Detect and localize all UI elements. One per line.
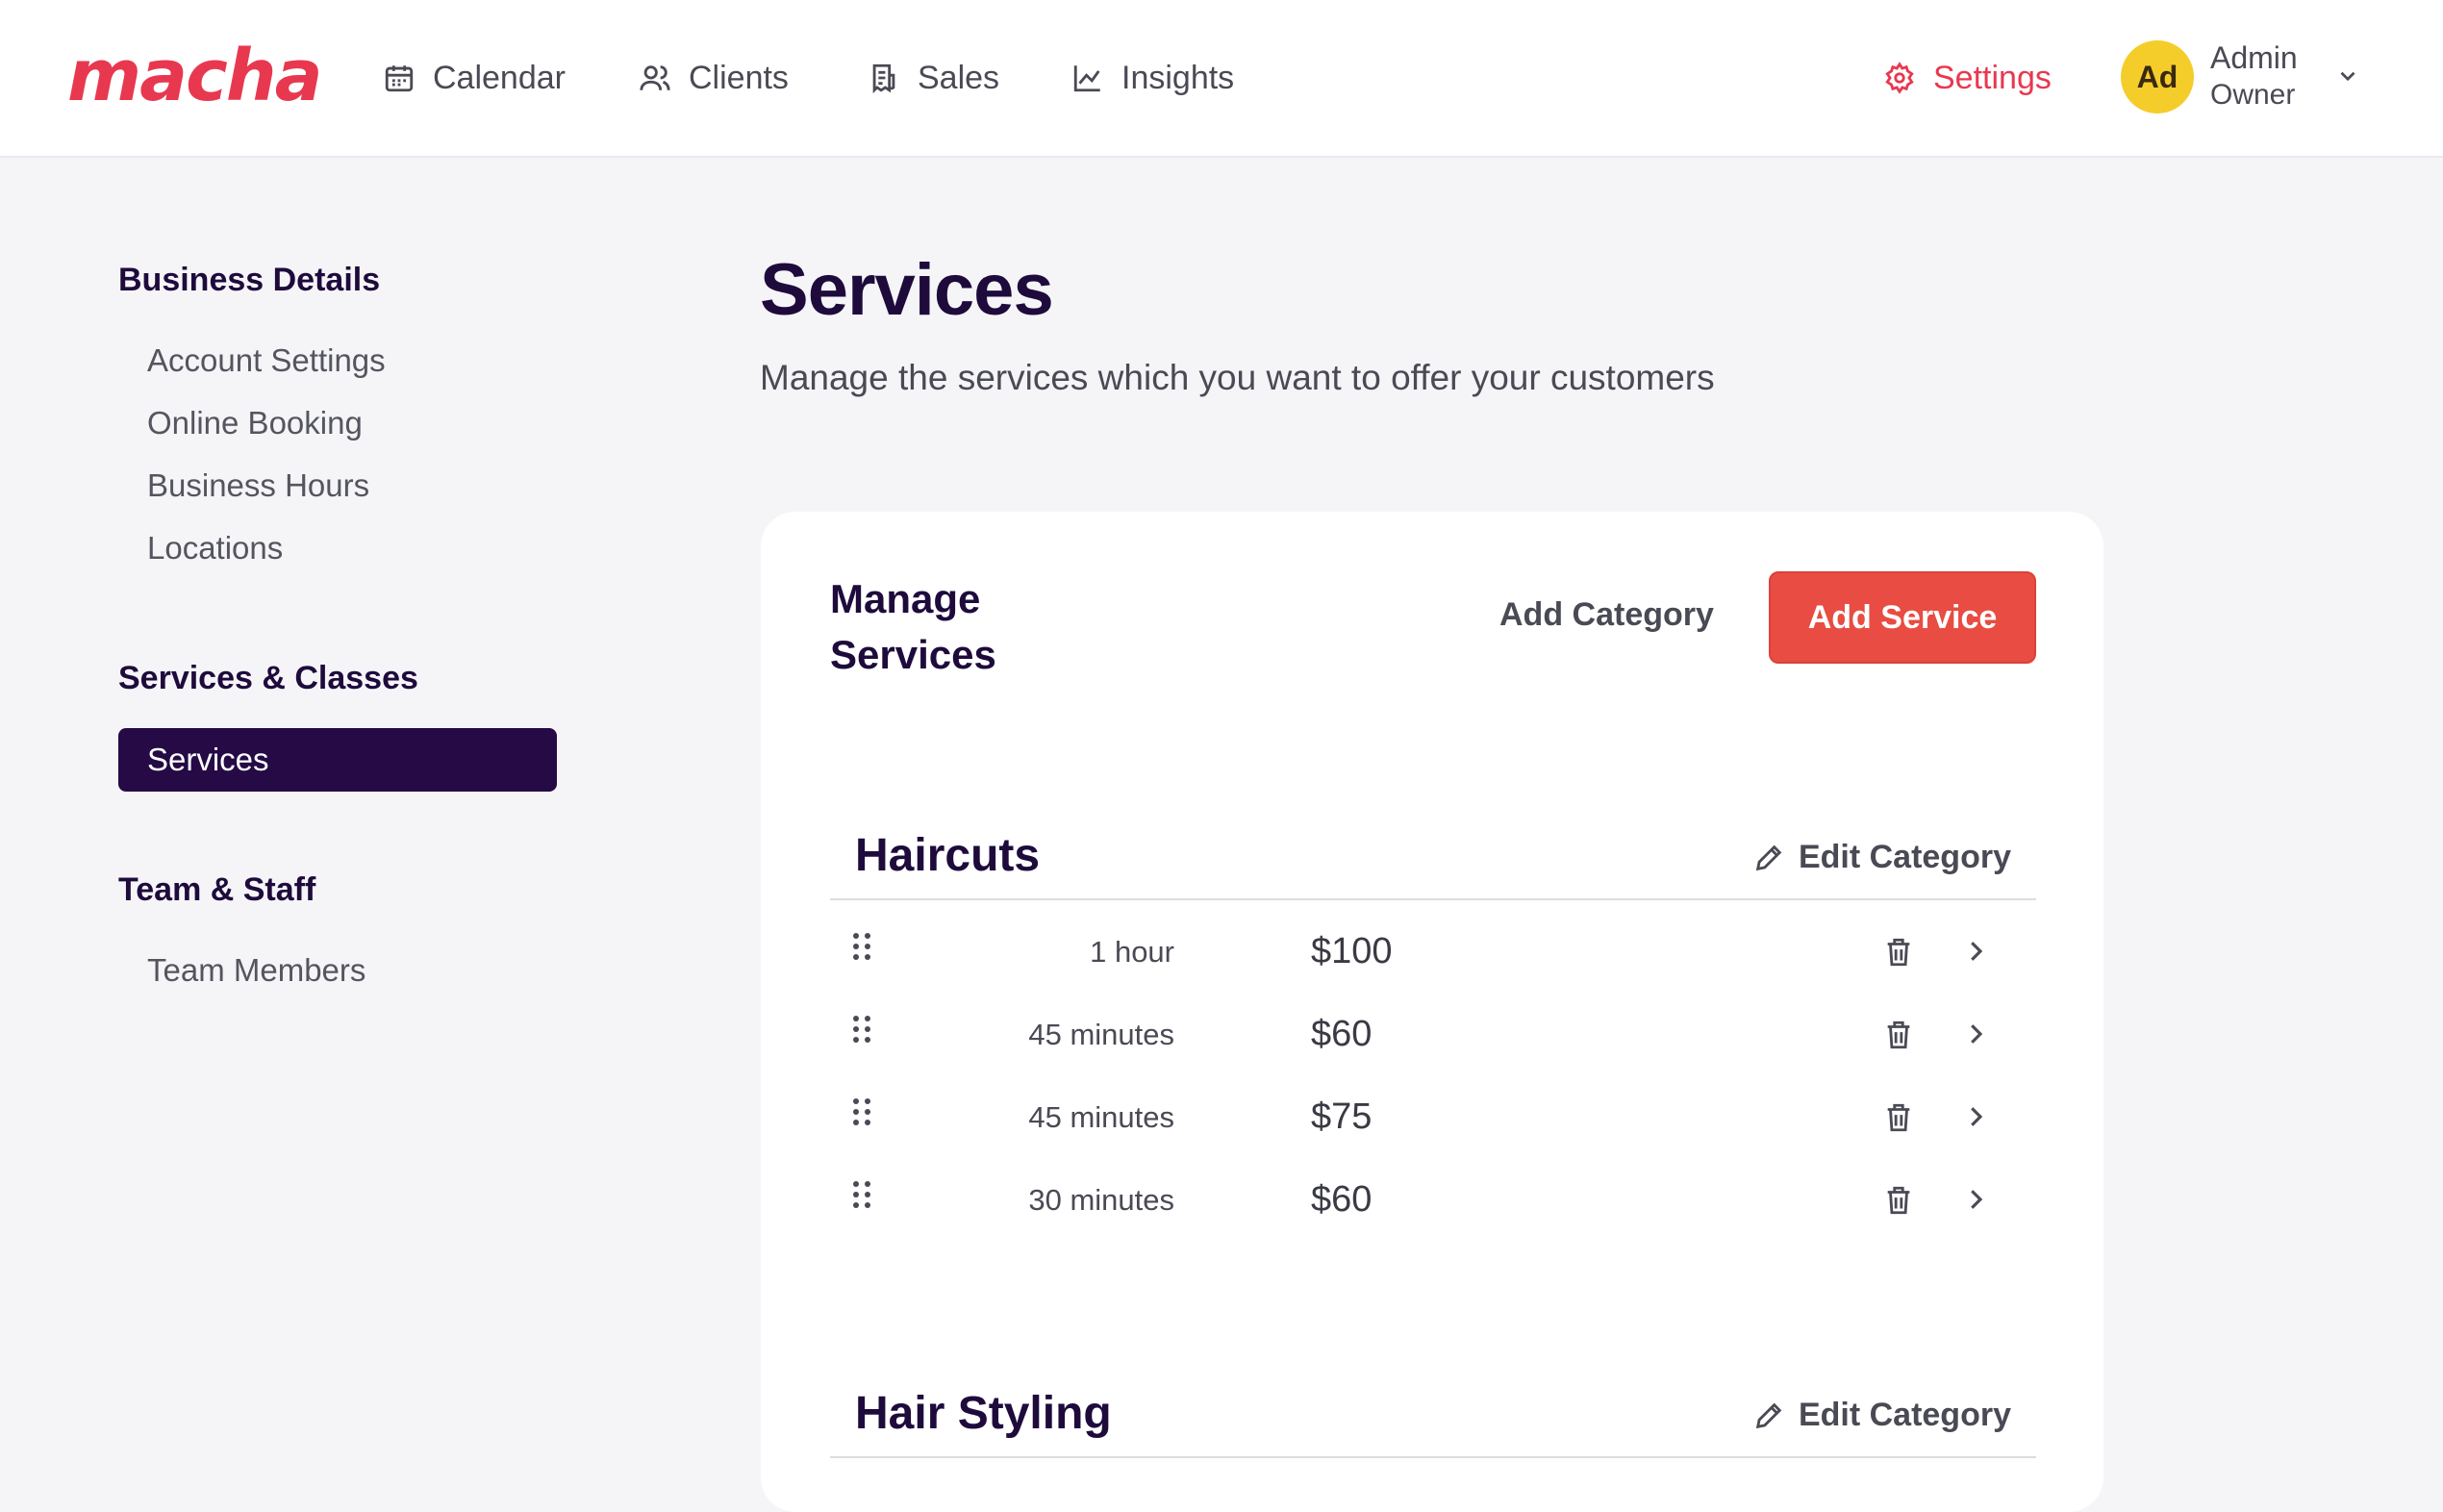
avatar[interactable]: Ad: [2121, 40, 2194, 113]
nav-insights-label: Insights: [1121, 59, 1235, 96]
open-service-button[interactable]: [1961, 937, 1990, 966]
nav-calendar[interactable]: Calendar: [383, 54, 566, 102]
drag-handle-icon[interactable]: [853, 1098, 872, 1127]
service-price: $60: [1311, 1179, 1373, 1220]
edit-category-button[interactable]: Edit Category: [1752, 839, 2011, 876]
clients-icon: [640, 65, 670, 90]
delete-service-button[interactable]: [1882, 1183, 1915, 1218]
category-name: Hair Styling: [855, 1388, 1112, 1439]
edit-category-label: Edit Category: [1798, 839, 2011, 875]
chevron-right-icon: [1971, 1024, 1983, 1044]
delete-service-button[interactable]: [1882, 1100, 1915, 1135]
page-subtitle: Manage the services which you want to of…: [760, 358, 1715, 397]
service-row[interactable]: 45 minutes $75: [830, 1079, 2036, 1162]
macha-logo[interactable]: macha: [67, 35, 323, 117]
add-category-button[interactable]: Add Category: [1499, 596, 1714, 634]
sidebar-item-locations[interactable]: Locations: [147, 530, 283, 567]
nav-settings[interactable]: Settings: [1883, 54, 2052, 102]
service-duration: 45 minutes: [1028, 1018, 1174, 1051]
calendar-icon: [385, 65, 414, 92]
service-row[interactable]: 45 minutes $60: [830, 996, 2036, 1079]
service-price: $100: [1311, 931, 1393, 971]
service-duration: 1 hour: [1090, 935, 1174, 969]
page-title: Services: [760, 249, 1054, 331]
card-title: Manage Services: [830, 576, 996, 677]
service-price: $60: [1311, 1014, 1373, 1054]
nav-sales-label: Sales: [918, 59, 1000, 96]
edit-category-button[interactable]: Edit Category: [1752, 1397, 2011, 1434]
top-navigation: macha Calendar Clients Sales Insights Se…: [0, 0, 2443, 158]
chevron-right-icon: [1971, 942, 1983, 961]
open-service-button[interactable]: [1961, 1185, 1990, 1214]
service-row[interactable]: 30 minutes $60: [830, 1162, 2036, 1245]
nav-settings-label: Settings: [1933, 59, 2052, 96]
edit-category-label: Edit Category: [1798, 1397, 2011, 1433]
sidebar-item-team-members[interactable]: Team Members: [147, 952, 365, 989]
category-header: Hair Styling Edit Category: [830, 1370, 2036, 1458]
chevron-right-icon: [1971, 1190, 1983, 1209]
nav-insights[interactable]: Insights: [1071, 54, 1234, 102]
service-duration: 45 minutes: [1028, 1100, 1174, 1134]
sidebar-heading-business: Business Details: [118, 262, 381, 298]
drag-handle-icon[interactable]: [853, 933, 872, 962]
delete-service-button[interactable]: [1882, 935, 1915, 970]
sidebar-item-online-booking[interactable]: Online Booking: [147, 405, 363, 441]
trash-icon: [1887, 1186, 1910, 1215]
nav-sales[interactable]: Sales: [868, 54, 999, 102]
manage-services-card: Manage Services Add Category Add Service…: [761, 512, 2103, 1512]
chevron-right-icon: [1971, 1107, 1983, 1126]
service-duration: 30 minutes: [1028, 1183, 1174, 1217]
sidebar-item-business-hours[interactable]: Business Hours: [147, 467, 369, 504]
category-header: Haircuts Edit Category: [830, 812, 2036, 900]
nav-clients-label: Clients: [689, 59, 789, 96]
add-service-button[interactable]: Add Service: [1769, 571, 2036, 664]
sidebar-heading-services: Services & Classes: [118, 660, 418, 696]
pencil-icon: [1755, 1402, 1782, 1428]
drag-handle-icon[interactable]: [853, 1181, 872, 1210]
trash-icon: [1887, 1103, 1910, 1132]
service-row[interactable]: 1 hour $100: [830, 914, 2036, 996]
trash-icon: [1887, 938, 1910, 967]
sidebar-item-services[interactable]: Services: [118, 728, 557, 792]
chart-line-icon: [1073, 65, 1100, 92]
service-price: $75: [1311, 1096, 1373, 1137]
sidebar-heading-team: Team & Staff: [118, 871, 316, 908]
category-name: Haircuts: [855, 830, 1041, 881]
open-service-button[interactable]: [1961, 1020, 1990, 1048]
pencil-icon: [1755, 844, 1782, 870]
nav-clients[interactable]: Clients: [639, 54, 789, 102]
sidebar-item-account-settings[interactable]: Account Settings: [147, 342, 386, 379]
user-menu-toggle[interactable]: [2335, 63, 2360, 88]
sidebar-item-services-label: Services: [147, 742, 269, 777]
chevron-down-icon: [2340, 71, 2355, 82]
user-name[interactable]: Admin: [2210, 40, 2298, 76]
nav-calendar-label: Calendar: [433, 59, 566, 96]
drag-handle-icon[interactable]: [853, 1016, 872, 1045]
user-role: Owner: [2210, 79, 2296, 111]
open-service-button[interactable]: [1961, 1102, 1990, 1131]
receipt-icon: [872, 63, 895, 94]
delete-service-button[interactable]: [1882, 1018, 1915, 1052]
gear-icon: [1885, 62, 1914, 94]
trash-icon: [1887, 1021, 1910, 1049]
